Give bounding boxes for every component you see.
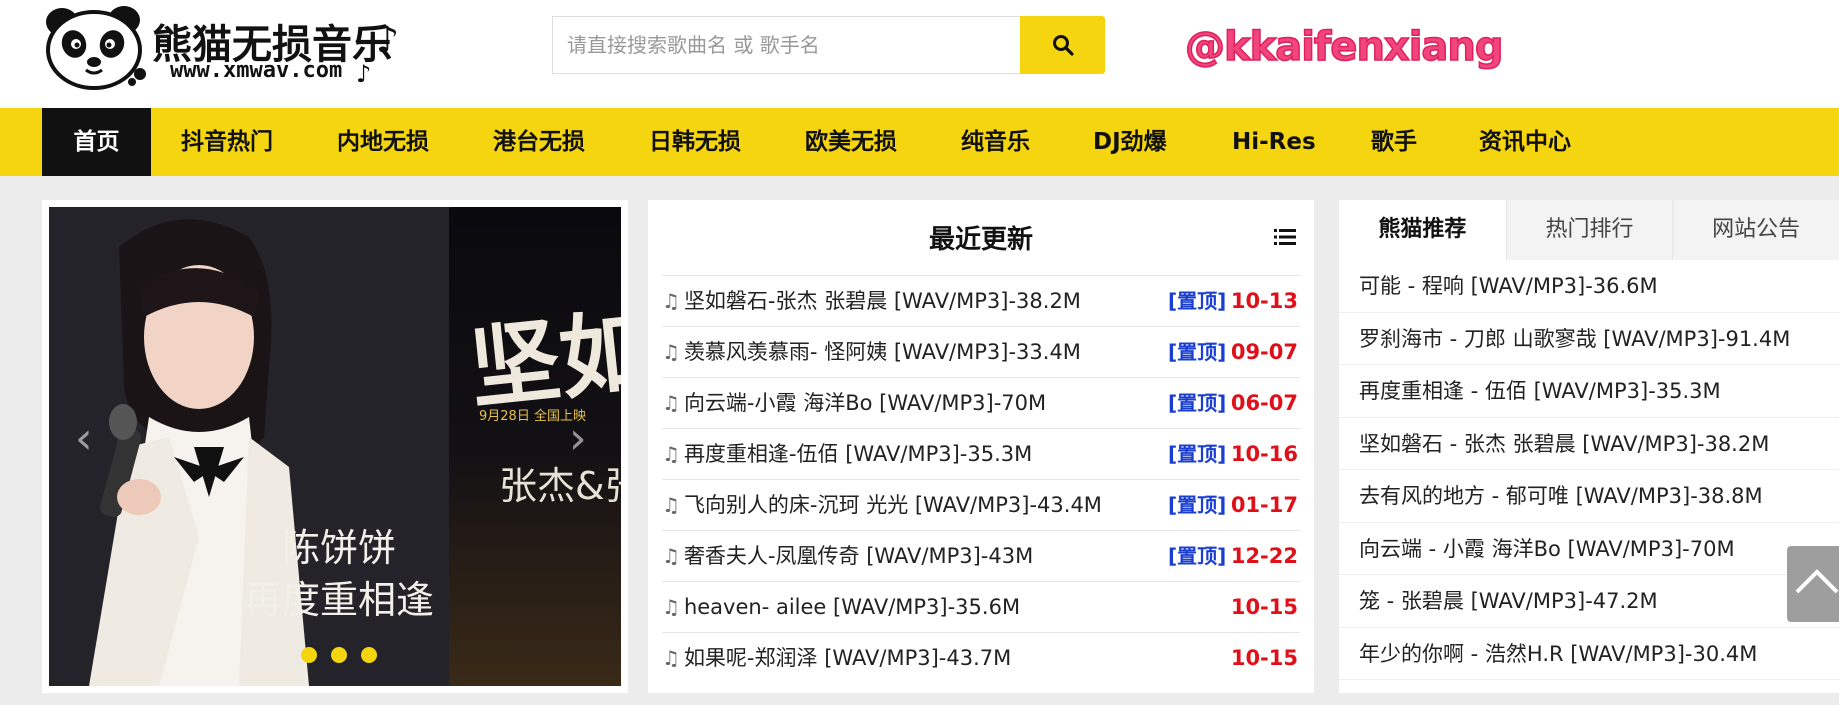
music-note-icon: ♫	[662, 289, 680, 313]
next-arrow-icon[interactable]: ›	[569, 417, 587, 461]
tab-hot-ranking[interactable]: 热门排行	[1505, 200, 1673, 260]
poster-title: 坚如	[464, 298, 621, 423]
music-note-icon: ♫	[662, 340, 680, 364]
music-note-icon: ♫	[662, 391, 680, 415]
slider-dot[interactable]	[301, 647, 317, 663]
update-row[interactable]: ♫ 飞向别人的床-沉珂 光光 [WAV/MP3]-43.4M [置顶] 01-17	[662, 479, 1300, 530]
watermark-text: @kkaifenxiang	[1184, 23, 1504, 71]
tab-site-notice[interactable]: 网站公告	[1672, 200, 1839, 260]
recent-updates-list: ♫ 坚如磐石-张杰 张碧晨 [WAV/MP3]-38.2M [置顶] 10-13 ♫ 羡慕…	[662, 275, 1300, 683]
recommend-item[interactable]: 去有风的地方 - 郁可唯 [WAV/MP3]-38.8M	[1339, 470, 1839, 523]
site-logo[interactable]: 熊猫无损音乐 ♪ www.xmwav.com ♪	[40, 4, 410, 94]
search-button[interactable]	[1020, 16, 1105, 74]
slider-dots	[301, 647, 377, 663]
slide-caption: 陈饼饼 再度重相逢	[234, 522, 444, 626]
update-row[interactable]: ♫ 羡慕风羡慕雨- 怪阿姨 [WAV/MP3]-33.4M [置顶] 09-07	[662, 326, 1300, 377]
recommend-item[interactable]: 再度重相逢 - 伍佰 [WAV/MP3]-35.3M	[1339, 365, 1839, 418]
recent-updates-title: 最近更新	[928, 225, 1033, 255]
update-date: 12-22	[1230, 544, 1298, 568]
update-title[interactable]: 奢香夫人-凤凰传奇 [WAV/MP3]-43M	[684, 544, 1033, 568]
logo-url: www.xmwav.com	[170, 58, 343, 83]
update-date: 10-15	[1230, 595, 1298, 619]
nav-item-western[interactable]: 欧美无损	[805, 108, 897, 176]
tab-panda-recommend[interactable]: 熊猫推荐	[1339, 200, 1506, 260]
update-row[interactable]: ♫ 如果呢-郑润泽 [WAV/MP3]-43.7M 10-15	[662, 632, 1300, 683]
update-title[interactable]: 如果呢-郑润泽 [WAV/MP3]-43.7M	[684, 646, 1011, 670]
pinned-badge: [置顶]	[1168, 391, 1227, 415]
nav-item-hk-tw[interactable]: 港台无损	[493, 108, 585, 176]
recommend-item[interactable]: 罗刹海市 - 刀郎 山歌寥哉 [WAV/MP3]-91.4M	[1339, 313, 1839, 365]
update-row[interactable]: ♫ 坚如磐石-张杰 张碧晨 [WAV/MP3]-38.2M [置顶] 10-13	[662, 275, 1300, 326]
slider-dot[interactable]	[361, 647, 377, 663]
pinned-badge: [置顶]	[1168, 493, 1227, 517]
update-date: 10-15	[1230, 646, 1298, 670]
nav-item-dj[interactable]: DJ劲爆	[1093, 108, 1167, 176]
recommend-tabs: 熊猫推荐 热门排行 网站公告	[1339, 200, 1839, 260]
back-to-top-button[interactable]	[1787, 546, 1839, 622]
slide-caption-line1: 陈饼饼	[281, 526, 396, 570]
nav-item-douyin[interactable]: 抖音热门	[181, 108, 273, 176]
list-icon[interactable]	[1274, 228, 1296, 246]
banner-slider: 坚如 9月28日 全国上映 张杰&张 陈饼饼 再度重相逢 ‹ ›	[42, 200, 628, 693]
update-row[interactable]: ♫ 奢香夫人-凤凰传奇 [WAV/MP3]-43M [置顶] 12-22	[662, 530, 1300, 581]
recommend-list: 可能 - 程响 [WAV/MP3]-36.6M 罗刹海市 - 刀郎 山歌寥哉 [W…	[1339, 260, 1839, 680]
pinned-badge: [置顶]	[1168, 340, 1227, 364]
site-header: 熊猫无损音乐 ♪ www.xmwav.com ♪ @kkaifenxiang	[0, 0, 1839, 108]
nav-item-news[interactable]: 资讯中心	[1479, 108, 1571, 176]
slide-image[interactable]: 坚如 9月28日 全国上映 张杰&张 陈饼饼 再度重相逢 ‹ ›	[49, 207, 621, 686]
nav-item-pure-music[interactable]: 纯音乐	[961, 108, 1030, 176]
search-icon	[1052, 35, 1074, 56]
update-date: 10-13	[1230, 289, 1298, 313]
recommend-item[interactable]: 年少的你啊 - 浩然H.R [WAV/MP3]-30.4M	[1339, 628, 1839, 680]
update-date: 06-07	[1230, 391, 1298, 415]
nav-item-hi-res[interactable]: Hi-Res	[1232, 108, 1316, 176]
movie-poster	[449, 207, 621, 686]
nav-item-mainland[interactable]: 内地无损	[337, 108, 429, 176]
update-title[interactable]: 羡慕风羡慕雨- 怪阿姨 [WAV/MP3]-33.4M	[684, 340, 1081, 364]
slider-dot[interactable]	[331, 647, 347, 663]
recommend-item[interactable]: 向云端 - 小霞 海洋Bo [WAV/MP3]-70M	[1339, 523, 1839, 575]
nav-item-singers[interactable]: 歌手	[1371, 108, 1417, 176]
update-title[interactable]: 向云端-小霞 海洋Bo [WAV/MP3]-70M	[684, 391, 1046, 415]
recent-updates-panel: 最近更新 ♫ 坚如磐石-张杰 张碧晨 [WAV/MP3]-38.2M [置顶] 10-…	[648, 200, 1314, 693]
nav-item-home[interactable]: 首页	[42, 108, 151, 176]
pinned-badge: [置顶]	[1168, 289, 1227, 313]
music-note-icon: ♫	[662, 646, 680, 670]
chevron-up-icon	[1795, 569, 1839, 594]
slide-caption-line2: 再度重相逢	[243, 578, 434, 622]
pinned-badge: [置顶]	[1168, 442, 1227, 466]
panda-logo-icon	[46, 6, 146, 90]
update-date: 09-07	[1230, 340, 1298, 364]
update-date: 10-16	[1230, 442, 1298, 466]
update-title[interactable]: heaven- ailee [WAV/MP3]-35.6M	[684, 595, 1020, 619]
update-row[interactable]: ♫ heaven- ailee [WAV/MP3]-35.6M 10-15	[662, 581, 1300, 632]
music-note-icon: ♪	[376, 20, 399, 61]
pinned-badge: [置顶]	[1168, 544, 1227, 568]
update-title[interactable]: 再度重相逢-伍佰 [WAV/MP3]-35.3M	[684, 442, 1032, 466]
update-title[interactable]: 坚如磐石-张杰 张碧晨 [WAV/MP3]-38.2M	[684, 289, 1081, 313]
music-note-icon: ♫	[662, 442, 680, 466]
music-note-icon: ♫	[662, 595, 680, 619]
update-row[interactable]: ♫ 再度重相逢-伍佰 [WAV/MP3]-35.3M [置顶] 10-16	[662, 428, 1300, 479]
music-note-icon: ♫	[662, 544, 680, 568]
nav-item-jp-kr[interactable]: 日韩无损	[649, 108, 741, 176]
recommend-item[interactable]: 笼 - 张碧晨 [WAV/MP3]-47.2M	[1339, 575, 1839, 628]
update-date: 01-17	[1230, 493, 1298, 517]
search-input[interactable]	[552, 16, 1020, 74]
recommend-item[interactable]: 坚如磐石 - 张杰 张碧晨 [WAV/MP3]-38.2M	[1339, 418, 1839, 470]
music-note-icon: ♫	[662, 493, 680, 517]
update-title[interactable]: 飞向别人的床-沉珂 光光 [WAV/MP3]-43.4M	[684, 493, 1102, 517]
main-nav: 首页 抖音热门 内地无损 港台无损 日韩无损 欧美无损 纯音乐 DJ劲爆 Hi-…	[0, 108, 1839, 176]
update-row[interactable]: ♫ 向云端-小霞 海洋Bo [WAV/MP3]-70M [置顶] 06-07	[662, 377, 1300, 428]
recommend-panel: 熊猫推荐 热门排行 网站公告 可能 - 程响 [WAV/MP3]-36.6M 罗刹…	[1339, 200, 1839, 693]
prev-arrow-icon[interactable]: ‹	[75, 417, 93, 461]
music-note-icon: ♪	[356, 60, 372, 88]
poster-subtitle: 张杰&张	[499, 464, 621, 508]
recommend-item[interactable]: 可能 - 程响 [WAV/MP3]-36.6M	[1339, 260, 1839, 313]
